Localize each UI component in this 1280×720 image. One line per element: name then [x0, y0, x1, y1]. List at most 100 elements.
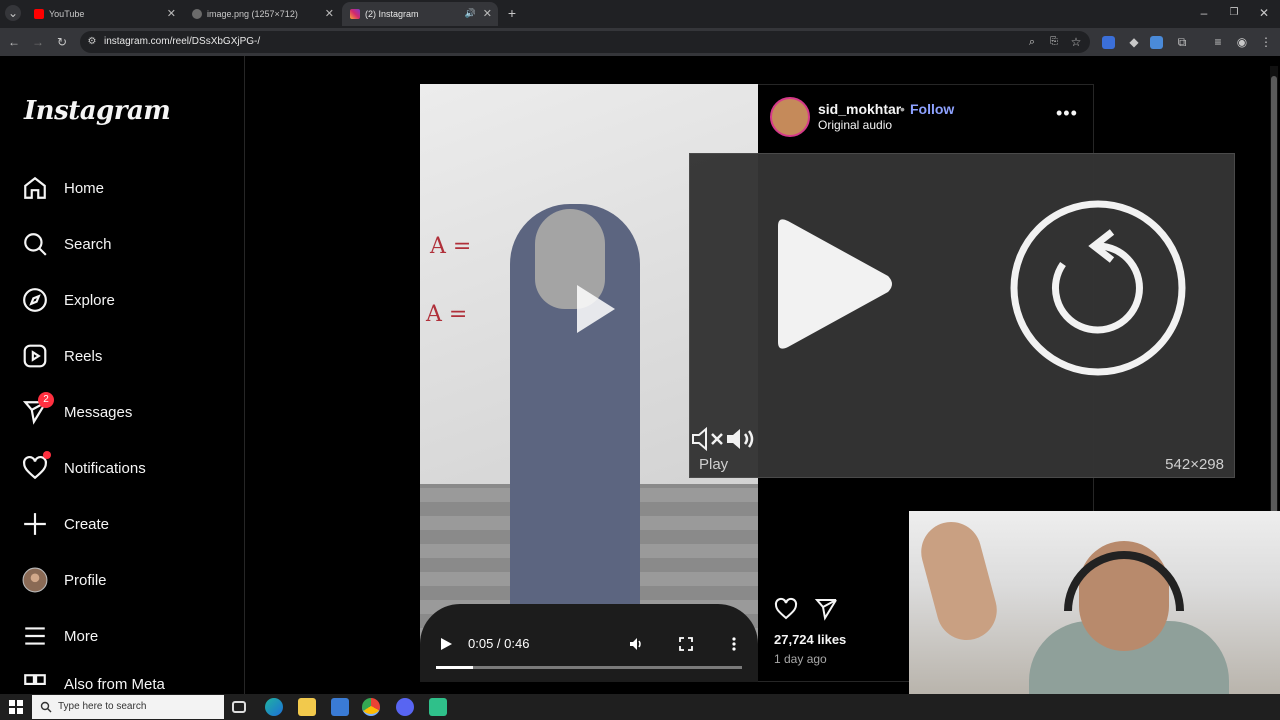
- tab-instagram[interactable]: (2) Instagram 🔊 ✕: [342, 2, 498, 26]
- sidebar-item-label: Create: [64, 515, 110, 533]
- extension-blue-icon[interactable]: [1150, 36, 1163, 49]
- menu-icon: [25, 627, 45, 645]
- home-icon: [24, 176, 46, 199]
- sidebar-item-label: More: [64, 627, 99, 645]
- separator-dot: •: [900, 101, 905, 117]
- follow-button[interactable]: Follow: [910, 101, 954, 117]
- app-icon[interactable]: [429, 698, 447, 716]
- taskbar-search-placeholder: Type here to search: [58, 701, 147, 712]
- translate-extension-icon[interactable]: [1102, 36, 1115, 49]
- chrome-icon[interactable]: [362, 698, 380, 716]
- sidebar-item-label: Search: [64, 235, 112, 253]
- tab-title: image.png (1257×712): [207, 9, 298, 19]
- sidebar-item-reels[interactable]: Reels: [22, 336, 232, 376]
- sidebar-item-messages[interactable]: 2 Messages: [22, 392, 232, 432]
- windows-taskbar: Type here to search: [0, 694, 1280, 720]
- reels-icon: [23, 344, 47, 368]
- video-progress-bar[interactable]: [436, 666, 742, 669]
- fullscreen-icon[interactable]: [678, 636, 694, 652]
- sidebar-item-label: Also from Meta: [64, 676, 165, 693]
- new-tab-icon[interactable]: +: [504, 5, 520, 21]
- overlay-play-label: Play: [699, 456, 729, 473]
- image-preview-overlay: Play 542×298: [689, 153, 1235, 478]
- file-explorer-icon[interactable]: [298, 698, 316, 716]
- volume-icon[interactable]: [628, 636, 644, 652]
- post-time: 1 day ago: [774, 652, 827, 666]
- overlay-dimensions: 542×298: [1165, 456, 1224, 473]
- reading-list-icon[interactable]: ≡: [1210, 34, 1226, 50]
- video-play-icon[interactable]: [563, 279, 623, 339]
- sidebar-item-search[interactable]: Search: [22, 224, 232, 264]
- avatar-icon: [22, 567, 48, 593]
- edge-icon[interactable]: [265, 698, 283, 716]
- browser-tab-strip: ⌄ YouTube ✕ image.png (1257×712) ✕ (2) I…: [0, 0, 1280, 28]
- sidebar-item-label: Explore: [64, 291, 115, 309]
- compass-icon: [23, 288, 47, 312]
- close-window-icon[interactable]: ✕: [1256, 5, 1272, 21]
- tab-image[interactable]: image.png (1257×712) ✕: [184, 2, 340, 26]
- instagram-logo[interactable]: Instagram: [24, 96, 171, 126]
- store-icon[interactable]: [331, 698, 349, 716]
- search-icon: [40, 701, 52, 713]
- tab-list-chevron-icon[interactable]: ⌄: [5, 5, 21, 21]
- sidebar-item-explore[interactable]: Explore: [22, 280, 232, 320]
- close-tab-icon[interactable]: ✕: [167, 7, 176, 20]
- sidebar-item-profile[interactable]: Profile: [22, 560, 232, 600]
- author-avatar[interactable]: [770, 97, 810, 137]
- board-equation: A =: [426, 302, 468, 327]
- audio-link[interactable]: Original audio: [818, 118, 892, 132]
- webcam-overlay: [909, 511, 1280, 694]
- like-heart-icon[interactable]: [774, 597, 798, 621]
- sidebar-item-label: Messages: [64, 403, 133, 421]
- zoom-icon[interactable]: ⌕: [1024, 34, 1040, 50]
- extension-diamond-icon[interactable]: ◆: [1126, 34, 1142, 50]
- author-username[interactable]: sid_mokhtar: [818, 101, 901, 117]
- install-icon[interactable]: ⎘: [1046, 34, 1062, 50]
- url-text: instagram.com/reel/DSsXbGXjPG-/: [104, 36, 261, 47]
- meta-icon: [24, 674, 46, 685]
- tab-youtube[interactable]: YouTube ✕: [26, 2, 182, 26]
- browser-menu-icon[interactable]: ⋮: [1258, 34, 1274, 50]
- sidebar-item-label: Home: [64, 179, 105, 197]
- close-tab-icon[interactable]: ✕: [325, 7, 334, 20]
- webcam-headphones: [1064, 551, 1184, 611]
- video-more-icon[interactable]: [726, 636, 742, 652]
- bookmark-star-icon[interactable]: ☆: [1068, 34, 1084, 50]
- more-options-icon[interactable]: •••: [1056, 103, 1078, 124]
- webcam-hand: [914, 515, 1004, 647]
- sidebar-item-create[interactable]: Create: [22, 504, 232, 544]
- reload-icon[interactable]: ↻: [54, 34, 70, 50]
- sidebar-item-home[interactable]: Home: [22, 168, 232, 208]
- windows-start-icon[interactable]: [9, 700, 23, 714]
- browser-toolbar: ← → ↻ ⚙ instagram.com/reel/DSsXbGXjPG-/ …: [0, 28, 1280, 56]
- extensions-puzzle-icon[interactable]: ⧉: [1174, 34, 1190, 50]
- replay-icon[interactable]: [1008, 198, 1188, 378]
- sidebar-item-more[interactable]: More: [22, 616, 232, 656]
- address-bar[interactable]: ⚙ instagram.com/reel/DSsXbGXjPG-/ ⌕ ⎘ ☆: [80, 31, 1090, 53]
- speaker-tab-icon[interactable]: 🔊: [465, 8, 476, 19]
- sidebar-item-label: Profile: [64, 571, 107, 589]
- restore-icon[interactable]: ❐: [1226, 5, 1242, 21]
- forward-icon[interactable]: →: [30, 34, 46, 50]
- share-icon[interactable]: [814, 597, 838, 621]
- close-tab-icon[interactable]: ✕: [483, 7, 492, 20]
- taskbar-search[interactable]: Type here to search: [32, 695, 224, 719]
- tab-title: YouTube: [49, 9, 85, 19]
- profile-icon[interactable]: ◉: [1234, 34, 1250, 50]
- large-play-icon[interactable]: [768, 214, 898, 354]
- tab-title: (2) Instagram: [365, 9, 419, 19]
- task-view-icon[interactable]: [232, 701, 246, 713]
- mute-icon[interactable]: [691, 426, 727, 452]
- video-progress-fill: [436, 666, 473, 669]
- discord-icon[interactable]: [396, 698, 414, 716]
- back-icon[interactable]: ←: [6, 34, 22, 50]
- likes-count[interactable]: 27,724 likes: [774, 632, 846, 647]
- youtube-favicon-icon: [34, 9, 44, 19]
- unmute-icon[interactable]: [725, 426, 761, 452]
- minimize-icon[interactable]: –: [1196, 5, 1212, 21]
- instagram-favicon-icon: [350, 9, 360, 19]
- site-info-icon[interactable]: ⚙: [84, 34, 100, 50]
- control-play-icon[interactable]: [438, 636, 454, 652]
- sidebar-item-also-from-meta[interactable]: Also from Meta: [22, 672, 232, 694]
- sidebar-item-notifications[interactable]: Notifications: [22, 448, 232, 488]
